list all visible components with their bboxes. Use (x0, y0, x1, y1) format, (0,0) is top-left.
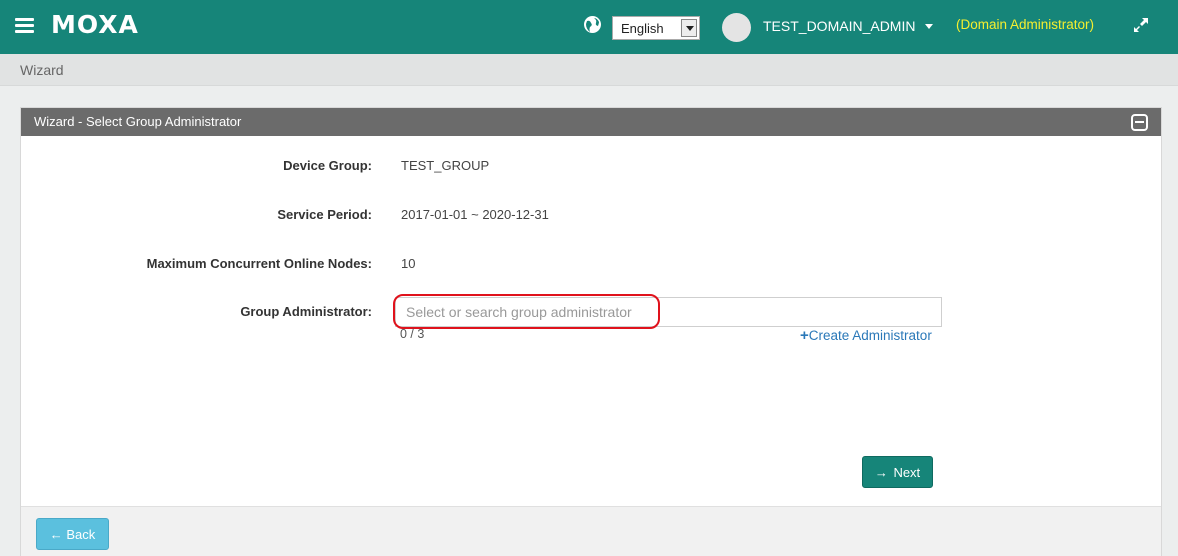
plus-icon: + (800, 327, 809, 344)
next-button[interactable]: → Next (862, 456, 933, 488)
language-value: English (621, 21, 664, 36)
selection-count: 0 / 3 (400, 327, 425, 341)
moxa-logo: MOXA (51, 10, 139, 39)
user-avatar-icon[interactable] (722, 13, 751, 42)
create-administrator-label: Create Administrator (808, 328, 932, 343)
globe-icon (584, 16, 601, 33)
back-button[interactable]: ← Back (36, 518, 109, 550)
back-label: Back (66, 526, 96, 542)
panel-header: Wizard - Select Group Administrator (21, 108, 1161, 136)
service-period-label: Service Period: (277, 207, 372, 222)
user-menu[interactable]: TEST_DOMAIN_ADMIN (763, 18, 915, 34)
arrow-right-icon: → (874, 464, 888, 480)
user-role: (Domain Administrator) (956, 17, 1095, 32)
device-group-label: Device Group: (283, 158, 372, 173)
device-group-value: TEST_GROUP (401, 158, 490, 173)
breadcrumb: Wizard (20, 62, 64, 78)
max-nodes-value: 10 (401, 256, 416, 271)
create-administrator-link[interactable]: +Create Administrator (800, 327, 932, 344)
collapse-icon[interactable] (1131, 114, 1148, 131)
language-select[interactable]: English (612, 16, 700, 40)
wizard-panel: Wizard - Select Group Administrator Devi… (20, 107, 1162, 556)
expand-icon[interactable] (1132, 16, 1150, 34)
arrow-left-icon: ← (49, 526, 63, 542)
group-admin-label: Group Administrator: (240, 304, 372, 319)
panel-title: Wizard - Select Group Administrator (34, 114, 242, 129)
top-navbar: MOXA English TEST_DOMAIN_ADMIN (Domain A… (0, 0, 1178, 54)
service-period-value: 2017-01-01 ~ 2020-12-31 (401, 207, 549, 222)
menu-icon[interactable] (15, 18, 34, 34)
dropdown-arrow-icon[interactable] (681, 19, 697, 37)
caret-down-icon[interactable] (925, 24, 933, 29)
max-nodes-label: Maximum Concurrent Online Nodes: (146, 256, 372, 271)
panel-footer: ← Back (21, 506, 1161, 556)
group-admin-input[interactable] (395, 297, 942, 327)
next-label: Next (893, 464, 921, 480)
breadcrumb-bar: Wizard (0, 54, 1178, 86)
